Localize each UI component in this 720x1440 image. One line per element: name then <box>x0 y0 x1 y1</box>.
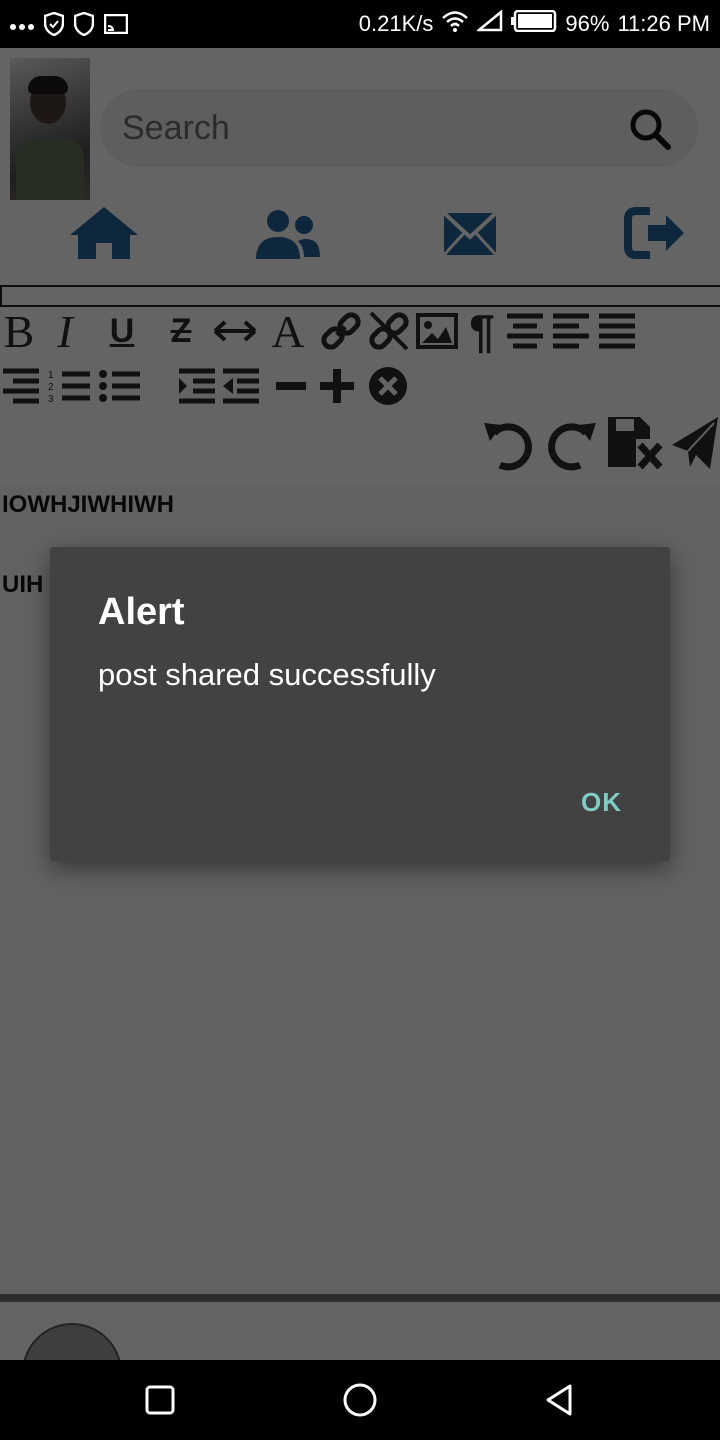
dialog-message: post shared successfully <box>98 657 436 692</box>
battery-level: 96% <box>565 11 610 36</box>
clock: 11:26 PM <box>617 11 710 36</box>
more-dots-icon <box>10 18 34 36</box>
cast-icon <box>103 13 129 39</box>
home-circle-icon[interactable] <box>340 1380 380 1420</box>
recents-icon[interactable] <box>140 1380 180 1420</box>
signal-icon <box>475 9 503 38</box>
wifi-icon <box>441 10 469 38</box>
back-icon[interactable] <box>540 1380 580 1420</box>
shield-icon <box>43 11 65 41</box>
alert-dialog: Alert post shared successfully OK <box>50 547 670 861</box>
ok-button[interactable]: OK <box>581 787 622 818</box>
status-bar: 0.21K/s 96% 11:26 PM <box>0 0 720 48</box>
net-speed: 0.21K/s <box>358 11 434 36</box>
system-nav-bar <box>0 1360 720 1440</box>
dialog-title: Alert <box>98 591 185 633</box>
shield-outline-icon <box>73 11 95 41</box>
battery-icon <box>511 9 557 38</box>
